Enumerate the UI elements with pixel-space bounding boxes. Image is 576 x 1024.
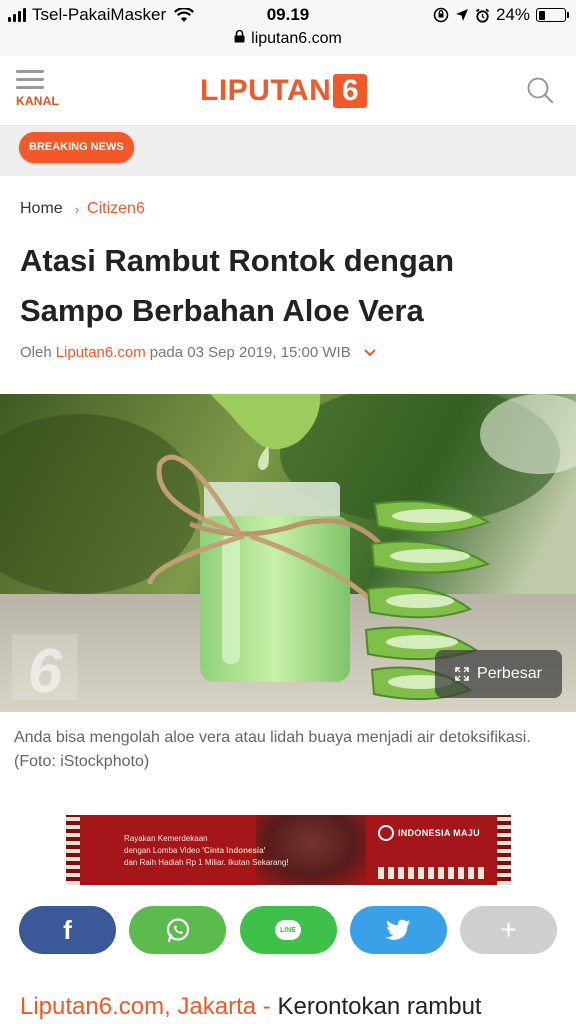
author-link[interactable]: Liputan6.com: [56, 344, 146, 361]
line-icon: LINE: [275, 920, 301, 940]
ad-banner[interactable]: Rayakan Kemerdekaan dengan Lomba Video '…: [66, 815, 511, 885]
expand-icon: [455, 667, 469, 681]
share-whatsapp-button[interactable]: [129, 906, 227, 954]
image-caption: Anda bisa mengolah aloe vera atau lidah …: [14, 729, 531, 770]
share-more-button[interactable]: +: [460, 906, 557, 954]
ad-line-2-highlight: 'Cinta Indonesia': [202, 846, 266, 855]
url-text: liputan6.com: [251, 30, 342, 47]
share-line-button[interactable]: LINE: [239, 906, 337, 954]
breadcrumb-home[interactable]: Home: [20, 200, 63, 218]
ad-pattern-right: [497, 815, 511, 885]
share-bar: f LINE +: [19, 906, 557, 954]
share-twitter-button[interactable]: [349, 906, 447, 954]
article-title: Atasi Rambut Rontok dengan Sampo Berbaha…: [20, 243, 455, 328]
alarm-icon: [475, 8, 490, 23]
ad-line-2: dengan Lomba Video 'Cinta Indonesia': [124, 845, 289, 857]
location-icon: [455, 9, 468, 21]
breaking-news-button[interactable]: BREAKING NEWS: [19, 132, 134, 163]
article-image[interactable]: 6 Perbesar: [0, 394, 576, 712]
lead-paragraph: Liputan6.com, Jakarta - Kerontokan rambu…: [20, 990, 570, 1024]
hamburger-icon: [16, 70, 64, 89]
status-bar: Tsel-PakaiMasker 09.19 24%: [0, 0, 576, 30]
byline-date: pada 03 Sep 2019, 15:00 WIB: [149, 344, 351, 361]
search-icon[interactable]: [526, 76, 554, 104]
twitter-icon: [385, 919, 411, 940]
kanal-menu-button[interactable]: KANAL: [16, 70, 64, 108]
enlarge-button[interactable]: Perbesar: [435, 650, 562, 698]
ad-brand-text: INDONESIA MAJU: [398, 828, 480, 838]
byline-prefix: Oleh: [20, 344, 52, 361]
plus-icon: +: [500, 914, 517, 945]
byline: Oleh Liputan6.com pada 03 Sep 2019, 15:0…: [20, 344, 377, 361]
ad-line-3: dan Raih Hadiah Rp 1 Miliar. Ikutan Seka…: [124, 858, 289, 867]
kanal-label: KANAL: [16, 94, 59, 108]
ad-pattern-left: [66, 815, 80, 885]
line-icon-text: LINE: [280, 926, 296, 934]
status-bar-right: 24%: [433, 5, 569, 25]
lead-dateline: Liputan6.com, Jakarta -: [20, 993, 278, 1020]
chevron-down-icon[interactable]: [363, 348, 377, 358]
breadcrumb-category[interactable]: Citizen6: [87, 200, 145, 218]
battery-icon: [536, 8, 569, 22]
breadcrumb-separator: ›: [74, 201, 80, 217]
whatsapp-icon: [166, 918, 189, 943]
breaking-news-strip: BREAKING NEWS: [0, 126, 576, 176]
lock-icon: [234, 30, 245, 43]
logo-number: 6: [333, 74, 368, 108]
site-logo[interactable]: LIPUTAN 6: [200, 74, 368, 108]
ad-line-1: Rayakan Kemerdekaan: [124, 834, 208, 843]
ad-pattern-strip: [378, 867, 488, 879]
ad-logo-icon: [378, 825, 394, 841]
site-header: KANAL LIPUTAN 6: [0, 56, 576, 126]
battery-percent: 24%: [495, 5, 530, 24]
ad-brand: INDONESIA MAJU: [378, 825, 480, 841]
breadcrumb: Home › Citizen6: [20, 200, 145, 218]
address-bar[interactable]: liputan6.com: [0, 30, 576, 56]
battery-fill: [538, 10, 545, 20]
facebook-icon: f: [63, 914, 72, 945]
share-facebook-button[interactable]: f: [19, 906, 116, 954]
ad-text: Rayakan Kemerdekaan dengan Lomba Video '…: [124, 833, 289, 869]
image-watermark: 6: [28, 637, 63, 706]
enlarge-label: Perbesar: [477, 665, 542, 682]
ad-line-2-prefix: dengan Lomba Video: [124, 846, 203, 855]
orientation-lock-icon: [433, 7, 449, 23]
lead-text: Kerontokan rambut: [277, 993, 482, 1020]
logo-text: LIPUTAN: [200, 74, 332, 107]
